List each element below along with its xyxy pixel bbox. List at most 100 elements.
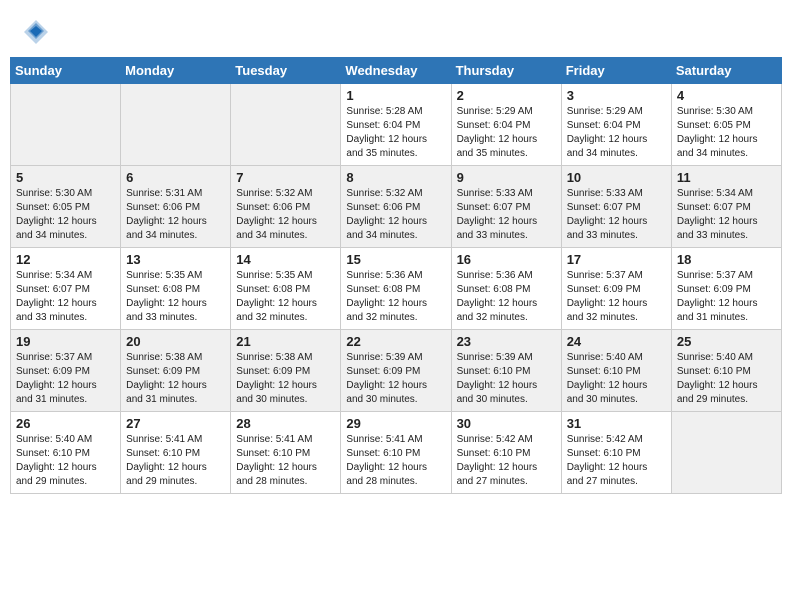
calendar-cell: 16Sunrise: 5:36 AM Sunset: 6:08 PM Dayli… bbox=[451, 248, 561, 330]
weekday-header-thursday: Thursday bbox=[451, 58, 561, 84]
day-info: Sunrise: 5:41 AM Sunset: 6:10 PM Dayligh… bbox=[346, 433, 445, 489]
calendar-cell: 29 Sunrise: 5:41 AM Sunset: 6:10 PM Dayli… bbox=[341, 412, 451, 494]
calendar-cell: 2 Sunrise: 5:29 AM Sunset: 6:04 PM Daylig… bbox=[451, 84, 561, 166]
day-info: Sunrise: 5:37 AM Sunset: 6:09 PM Dayligh… bbox=[16, 351, 115, 407]
day-number: 18 bbox=[677, 252, 776, 267]
day-info: Sunrise: 5:34 AM Sunset: 6:07 PM Dayligh… bbox=[16, 269, 115, 325]
calendar-cell: 4Sunrise: 5:30 AM Sunset: 6:05 PM Daylig… bbox=[671, 84, 781, 166]
calendar-cell: 21 Sunrise: 5:38 AM Sunset: 6:09 PM Dayli… bbox=[231, 330, 341, 412]
calendar-cell: 26 Sunrise: 5:40 AM Sunset: 6:10 PM Dayli… bbox=[11, 412, 121, 494]
calendar-cell: 8 Sunrise: 5:32 AM Sunset: 6:06 PM Daylig… bbox=[341, 166, 451, 248]
day-number: 31 bbox=[567, 416, 666, 431]
day-info: Sunrise: 5:37 AM Sunset: 6:09 PM Dayligh… bbox=[677, 269, 776, 325]
day-info: Sunrise: 5:38 AM Sunset: 6:09 PM Dayligh… bbox=[236, 351, 335, 407]
weekday-header-wednesday: Wednesday bbox=[341, 58, 451, 84]
day-info: Sunrise: 5:29 AM Sunset: 6:04 PM Dayligh… bbox=[457, 105, 556, 161]
day-number: 24 bbox=[567, 334, 666, 349]
page-header bbox=[10, 10, 782, 57]
day-number: 25 bbox=[677, 334, 776, 349]
calendar-cell: 31 Sunrise: 5:42 AM Sunset: 6:10 PM Dayli… bbox=[561, 412, 671, 494]
calendar-table: SundayMondayTuesdayWednesdayThursdayFrid… bbox=[10, 57, 782, 494]
day-number: 8 bbox=[346, 170, 445, 185]
calendar-cell: 1Sunrise: 5:28 AM Sunset: 6:04 PM Daylig… bbox=[341, 84, 451, 166]
day-number: 15 bbox=[346, 252, 445, 267]
day-info: Sunrise: 5:40 AM Sunset: 6:10 PM Dayligh… bbox=[16, 433, 115, 489]
calendar-cell: 25 Sunrise: 5:40 AM Sunset: 6:10 PM Dayli… bbox=[671, 330, 781, 412]
day-number: 20 bbox=[126, 334, 225, 349]
day-number: 2 bbox=[457, 88, 556, 103]
day-number: 5 bbox=[16, 170, 115, 185]
day-number: 19 bbox=[16, 334, 115, 349]
weekday-header-monday: Monday bbox=[121, 58, 231, 84]
day-info: Sunrise: 5:39 AM Sunset: 6:10 PM Dayligh… bbox=[457, 351, 556, 407]
day-info: Sunrise: 5:33 AM Sunset: 6:07 PM Dayligh… bbox=[457, 187, 556, 243]
calendar-week-row: 5 Sunrise: 5:30 AM Sunset: 6:05 PM Daylig… bbox=[11, 166, 782, 248]
calendar-cell bbox=[11, 84, 121, 166]
day-info: Sunrise: 5:38 AM Sunset: 6:09 PM Dayligh… bbox=[126, 351, 225, 407]
day-info: Sunrise: 5:34 AM Sunset: 6:07 PM Dayligh… bbox=[677, 187, 776, 243]
day-info: Sunrise: 5:40 AM Sunset: 6:10 PM Dayligh… bbox=[677, 351, 776, 407]
calendar-cell: 15 Sunrise: 5:36 AM Sunset: 6:08 PM Dayli… bbox=[341, 248, 451, 330]
day-number: 9 bbox=[457, 170, 556, 185]
day-number: 16 bbox=[457, 252, 556, 267]
day-info: Sunrise: 5:42 AM Sunset: 6:10 PM Dayligh… bbox=[457, 433, 556, 489]
calendar-cell: 18 Sunrise: 5:37 AM Sunset: 6:09 PM Dayli… bbox=[671, 248, 781, 330]
day-number: 28 bbox=[236, 416, 335, 431]
weekday-header-tuesday: Tuesday bbox=[231, 58, 341, 84]
day-info: Sunrise: 5:29 AM Sunset: 6:04 PM Dayligh… bbox=[567, 105, 666, 161]
calendar-cell: 19 Sunrise: 5:37 AM Sunset: 6:09 PM Dayli… bbox=[11, 330, 121, 412]
day-info: Sunrise: 5:42 AM Sunset: 6:10 PM Dayligh… bbox=[567, 433, 666, 489]
calendar-cell: 27 Sunrise: 5:41 AM Sunset: 6:10 PM Dayli… bbox=[121, 412, 231, 494]
day-number: 1 bbox=[346, 88, 445, 103]
day-number: 11 bbox=[677, 170, 776, 185]
calendar-cell: 7 Sunrise: 5:32 AM Sunset: 6:06 PM Daylig… bbox=[231, 166, 341, 248]
weekday-header-friday: Friday bbox=[561, 58, 671, 84]
calendar-cell: 12 Sunrise: 5:34 AM Sunset: 6:07 PM Dayli… bbox=[11, 248, 121, 330]
day-number: 17 bbox=[567, 252, 666, 267]
calendar-cell bbox=[121, 84, 231, 166]
day-info: Sunrise: 5:33 AM Sunset: 6:07 PM Dayligh… bbox=[567, 187, 666, 243]
calendar-cell: 3Sunrise: 5:29 AM Sunset: 6:04 PM Daylig… bbox=[561, 84, 671, 166]
weekday-header-row: SundayMondayTuesdayWednesdayThursdayFrid… bbox=[11, 58, 782, 84]
day-info: Sunrise: 5:32 AM Sunset: 6:06 PM Dayligh… bbox=[236, 187, 335, 243]
day-number: 7 bbox=[236, 170, 335, 185]
calendar-cell bbox=[231, 84, 341, 166]
day-info: Sunrise: 5:32 AM Sunset: 6:06 PM Dayligh… bbox=[346, 187, 445, 243]
calendar-week-row: 1Sunrise: 5:28 AM Sunset: 6:04 PM Daylig… bbox=[11, 84, 782, 166]
day-info: Sunrise: 5:30 AM Sunset: 6:05 PM Dayligh… bbox=[16, 187, 115, 243]
calendar-cell: 28 Sunrise: 5:41 AM Sunset: 6:10 PM Dayli… bbox=[231, 412, 341, 494]
calendar-cell: 10 Sunrise: 5:33 AM Sunset: 6:07 PM Dayli… bbox=[561, 166, 671, 248]
day-number: 26 bbox=[16, 416, 115, 431]
day-number: 14 bbox=[236, 252, 335, 267]
day-number: 12 bbox=[16, 252, 115, 267]
day-number: 29 bbox=[346, 416, 445, 431]
day-info: Sunrise: 5:36 AM Sunset: 6:08 PM Dayligh… bbox=[346, 269, 445, 325]
day-number: 23 bbox=[457, 334, 556, 349]
calendar-cell: 22 Sunrise: 5:39 AM Sunset: 6:09 PM Dayli… bbox=[341, 330, 451, 412]
day-info: Sunrise: 5:40 AM Sunset: 6:10 PM Dayligh… bbox=[567, 351, 666, 407]
calendar-week-row: 19 Sunrise: 5:37 AM Sunset: 6:09 PM Dayli… bbox=[11, 330, 782, 412]
calendar-week-row: 12 Sunrise: 5:34 AM Sunset: 6:07 PM Dayli… bbox=[11, 248, 782, 330]
day-info: Sunrise: 5:41 AM Sunset: 6:10 PM Dayligh… bbox=[236, 433, 335, 489]
day-info: Sunrise: 5:37 AM Sunset: 6:09 PM Dayligh… bbox=[567, 269, 666, 325]
day-number: 10 bbox=[567, 170, 666, 185]
day-number: 21 bbox=[236, 334, 335, 349]
calendar-cell: 14 Sunrise: 5:35 AM Sunset: 6:08 PM Dayli… bbox=[231, 248, 341, 330]
day-number: 30 bbox=[457, 416, 556, 431]
day-number: 27 bbox=[126, 416, 225, 431]
calendar-cell bbox=[671, 412, 781, 494]
day-info: Sunrise: 5:41 AM Sunset: 6:10 PM Dayligh… bbox=[126, 433, 225, 489]
calendar-cell: 24 Sunrise: 5:40 AM Sunset: 6:10 PM Dayli… bbox=[561, 330, 671, 412]
logo bbox=[20, 18, 50, 51]
weekday-header-saturday: Saturday bbox=[671, 58, 781, 84]
day-info: Sunrise: 5:30 AM Sunset: 6:05 PM Dayligh… bbox=[677, 105, 776, 161]
day-info: Sunrise: 5:35 AM Sunset: 6:08 PM Dayligh… bbox=[126, 269, 225, 325]
calendar-cell: 6Sunrise: 5:31 AM Sunset: 6:06 PM Daylig… bbox=[121, 166, 231, 248]
day-info: Sunrise: 5:39 AM Sunset: 6:09 PM Dayligh… bbox=[346, 351, 445, 407]
calendar-cell: 5 Sunrise: 5:30 AM Sunset: 6:05 PM Daylig… bbox=[11, 166, 121, 248]
calendar-cell: 9 Sunrise: 5:33 AM Sunset: 6:07 PM Daylig… bbox=[451, 166, 561, 248]
day-number: 6 bbox=[126, 170, 225, 185]
day-number: 22 bbox=[346, 334, 445, 349]
day-info: Sunrise: 5:35 AM Sunset: 6:08 PM Dayligh… bbox=[236, 269, 335, 325]
logo-text bbox=[20, 18, 50, 51]
